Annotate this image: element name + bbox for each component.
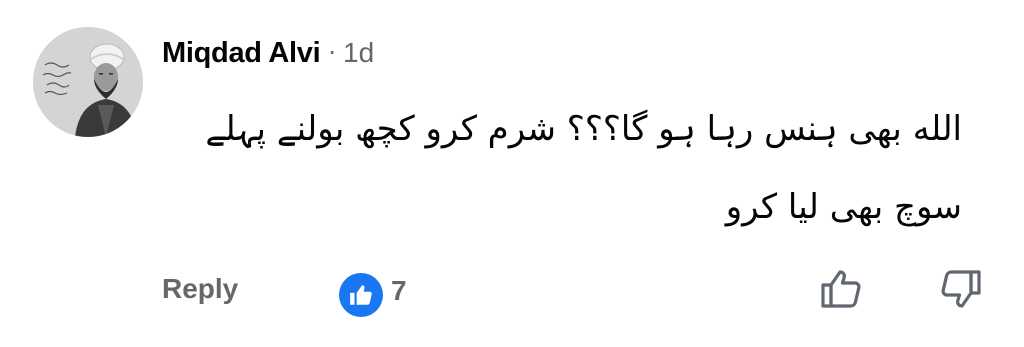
thumbs-down-icon[interactable]	[938, 267, 984, 313]
comment-timestamp[interactable]: 1d	[343, 37, 374, 69]
avatar[interactable]	[33, 27, 143, 137]
profile-photo	[33, 27, 143, 137]
like-icon[interactable]	[339, 273, 383, 317]
thumbs-up-icon[interactable]	[818, 265, 864, 311]
comment-actions: Reply 7	[0, 262, 1024, 322]
author-name[interactable]: Miqdad Alvi	[162, 37, 321, 70]
comment-header: Miqdad Alvi · 1d	[162, 33, 374, 73]
reply-button[interactable]: Reply	[162, 273, 238, 305]
meta-separator: ·	[328, 39, 336, 67]
like-count[interactable]: 7	[391, 275, 407, 307]
thumbs-up-glyph	[350, 285, 372, 305]
comment-body: الله بھی ہنس رہا ہو گا؟؟؟ شرم کرو کچھ بو…	[205, 90, 962, 246]
comment-text-line: الله بھی ہنس رہا ہو گا؟؟؟ شرم کرو کچھ بو…	[205, 109, 962, 149]
comment-text-line: سوچ بھی لیا کرو	[725, 187, 962, 227]
